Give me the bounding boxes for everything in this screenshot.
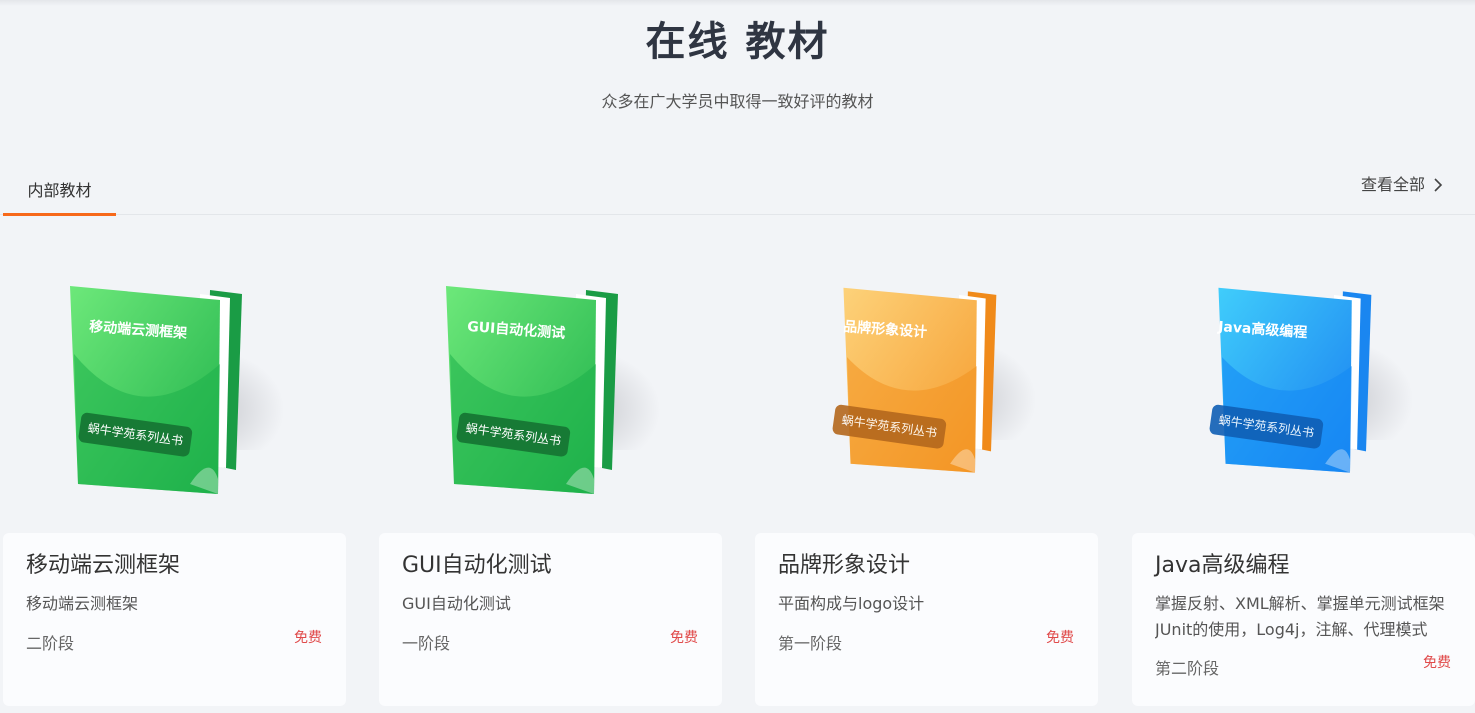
book-info: 品牌形象设计 平面构成与logo设计 第一阶段 免费	[755, 533, 1098, 706]
book-cover[interactable]: 品牌形象设计 蜗牛学苑系列丛书	[752, 230, 1095, 533]
book-description: 平面构成与logo设计	[778, 594, 925, 613]
book-title[interactable]: 品牌形象设计	[778, 551, 910, 581]
book-price: 免费	[1046, 630, 1074, 646]
chevron-right-icon	[1434, 178, 1443, 192]
top-shadow	[0, 0, 1475, 6]
tab-label: 内部教材	[27, 181, 92, 200]
book-description: 移动端云测框架	[26, 594, 139, 613]
book-price: 免费	[670, 630, 698, 646]
book-info: Java高级编程 掌握反射、XML解析、掌握单元测试框架JUnit的使用，Log…	[1132, 533, 1475, 706]
book-info: GUI自动化测试 GUI自动化测试 一阶段 免费	[379, 533, 722, 706]
book-price: 免费	[294, 630, 322, 646]
tab-active-underline	[3, 213, 116, 216]
book-card[interactable]: 品牌形象设计 蜗牛学苑系列丛书 品牌形象设计 平面构成与logo设计 第一阶段 …	[752, 230, 1098, 707]
book-cover-illustration	[843, 287, 997, 473]
book-cover-illustration	[1218, 287, 1372, 473]
view-all-label: 查看全部	[1360, 175, 1425, 194]
book-title[interactable]: 移动端云测框架	[26, 551, 180, 581]
book-card[interactable]: 移动端云测框架 蜗牛学苑系列丛书 移动端云测框架 移动端云测框架 二阶段 免费	[0, 230, 346, 707]
book-stage: 一阶段	[402, 634, 451, 653]
tab-bar: 内部教材 查看全部	[0, 168, 1475, 216]
book-cover[interactable]: 移动端云测框架 蜗牛学苑系列丛书	[0, 230, 343, 533]
book-stage: 第二阶段	[1155, 659, 1220, 678]
book-cover-illustration	[446, 286, 618, 494]
book-cover[interactable]: GUI自动化测试 蜗牛学苑系列丛书	[376, 230, 719, 533]
view-all-link[interactable]: 查看全部	[1361, 168, 1445, 202]
book-description: 掌握反射、XML解析、掌握单元测试框架JUnit的使用，Log4j，注解、代理模…	[1155, 594, 1445, 639]
page-subtitle: 众多在广大学员中取得一致好评的教材	[601, 92, 874, 111]
book-card[interactable]: GUI自动化测试 蜗牛学苑系列丛书 GUI自动化测试 GUI自动化测试 一阶段 …	[376, 230, 722, 707]
page-title: 在线 教材	[645, 19, 830, 65]
book-cover[interactable]: Java高级编程 蜗牛学苑系列丛书	[1129, 230, 1472, 533]
book-title[interactable]: Java高级编程	[1155, 551, 1289, 581]
book-stage: 第一阶段	[778, 634, 843, 653]
book-list: 移动端云测框架 蜗牛学苑系列丛书 移动端云测框架 移动端云测框架 二阶段 免费	[0, 230, 1475, 713]
book-description: GUI自动化测试	[402, 594, 511, 613]
book-title[interactable]: GUI自动化测试	[402, 551, 552, 581]
book-cover-illustration	[70, 286, 242, 494]
book-info: 移动端云测框架 移动端云测框架 二阶段 免费	[3, 533, 346, 706]
tab-internal-books[interactable]: 内部教材	[3, 168, 116, 216]
book-card[interactable]: Java高级编程 蜗牛学苑系列丛书 Java高级编程 掌握反射、XML解析、掌握…	[1129, 230, 1475, 707]
book-stage: 二阶段	[26, 634, 75, 653]
book-price: 免费	[1423, 655, 1451, 671]
